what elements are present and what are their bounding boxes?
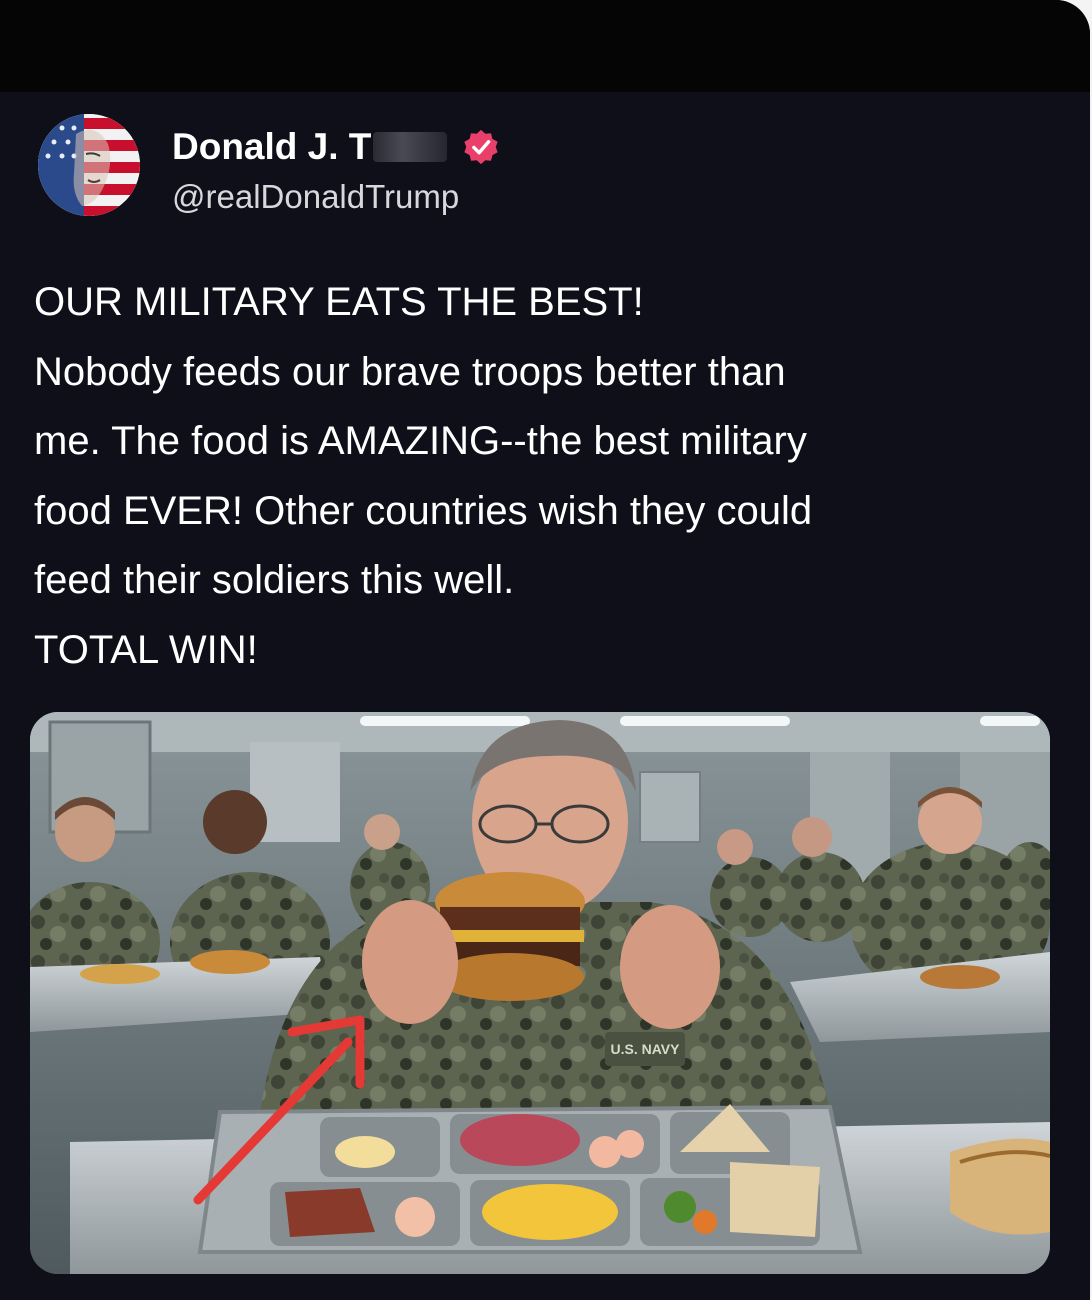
author-name-row: Donald J. T bbox=[172, 126, 500, 168]
obscured-name-fragment bbox=[373, 132, 448, 162]
top-bar bbox=[0, 0, 1090, 92]
post-text: OUR MILITARY EATS THE BEST! Nobody feeds… bbox=[34, 268, 1044, 685]
post-card: Donald J. T @realDonaldTrump OUR MILITAR… bbox=[0, 0, 1090, 1300]
uniform-patch-label: U.S. NAVY bbox=[611, 1041, 681, 1057]
verified-badge-icon bbox=[464, 129, 498, 165]
post-text-line: food EVER! Other countries wish they cou… bbox=[34, 488, 813, 533]
post-text-line: TOTAL WIN! bbox=[34, 627, 258, 672]
author-name[interactable]: Donald J. T bbox=[172, 126, 371, 168]
post-text-line: OUR MILITARY EATS THE BEST! bbox=[34, 280, 644, 324]
post-text-line: Nobody feeds our brave troops better tha… bbox=[34, 349, 786, 394]
post-text-line: me. The food is AMAZING--the best milita… bbox=[34, 419, 807, 463]
post-image[interactable]: U.S. NAVY bbox=[30, 712, 1050, 1274]
author-avatar[interactable] bbox=[38, 114, 140, 216]
mess-hall-scene: U.S. NAVY bbox=[30, 712, 1050, 1274]
post-text-line: feed their soldiers this well. bbox=[34, 558, 515, 602]
avatar-flag-portrait-icon bbox=[38, 114, 140, 216]
author-handle[interactable]: @realDonaldTrump bbox=[172, 178, 459, 216]
